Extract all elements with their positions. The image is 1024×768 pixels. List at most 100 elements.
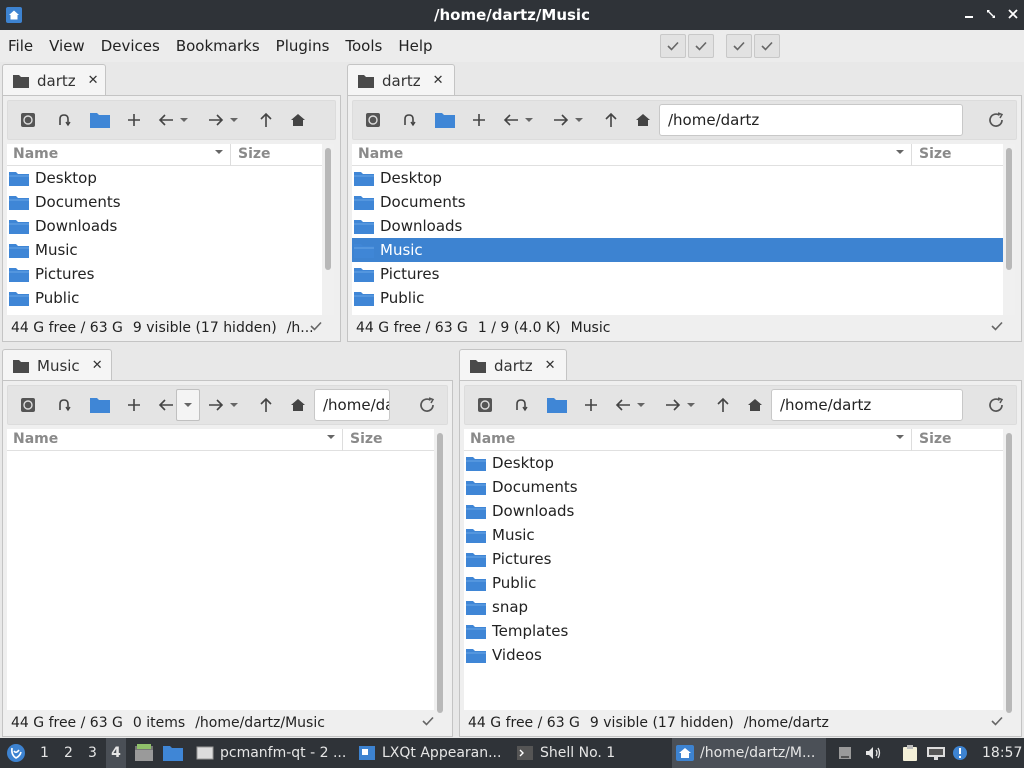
vertical-scrollbar[interactable] [1003,429,1015,713]
tab-close-button[interactable]: ✕ [433,73,444,88]
refresh-icon[interactable] [50,391,78,419]
new-tab-icon[interactable] [467,106,491,134]
list-item[interactable]: Videos [464,643,1003,667]
new-tab-icon[interactable] [122,106,146,134]
new-folder-icon[interactable] [543,391,571,419]
list-item[interactable]: Public [352,286,1003,310]
home-icon[interactable] [286,106,310,134]
back-history-dropdown[interactable] [521,106,537,134]
close-button[interactable] [1006,7,1020,21]
file-list[interactable]: Name Size Desktop Documents Downloads Music Pi… [352,144,1003,315]
maximize-button[interactable] [984,7,998,21]
eject-icon[interactable] [838,738,852,768]
reload-icon[interactable] [413,391,441,419]
new-folder-icon[interactable] [431,106,459,134]
list-item[interactable]: Documents [7,190,322,214]
file-list[interactable]: Name Size Desktop Documents Downloads Music Pi… [464,429,1003,710]
list-item[interactable]: Documents [352,190,1003,214]
list-item[interactable]: Pictures [7,262,322,286]
list-item[interactable]: snap [464,595,1003,619]
scrollbar-thumb[interactable] [437,433,443,713]
list-item[interactable]: snap [352,310,1003,315]
scrollbar-thumb[interactable] [1006,433,1012,713]
forward-history-dropdown[interactable] [683,391,699,419]
forward-icon[interactable] [204,106,228,134]
list-item[interactable]: Desktop [352,166,1003,190]
scrollbar-thumb[interactable] [325,148,331,270]
clock[interactable]: 18:57 [982,738,1022,768]
reload-icon[interactable] [982,391,1010,419]
up-icon[interactable] [599,106,623,134]
refresh-icon[interactable] [395,106,423,134]
refresh-icon[interactable] [507,391,535,419]
home-icon[interactable] [743,391,767,419]
forward-icon[interactable] [204,391,228,419]
new-tab-icon[interactable] [122,391,146,419]
path-input[interactable]: /home/dartz [659,104,963,136]
list-item[interactable]: Pictures [464,547,1003,571]
list-item[interactable]: Templates [464,619,1003,643]
file-list[interactable]: Name Size [7,429,434,710]
menu-view[interactable]: View [49,37,85,55]
volume-icon[interactable] [864,738,882,768]
task-lxqt-appearance[interactable]: LXQt Appearan... [354,738,506,768]
tab-bl[interactable]: Music ✕ [2,349,112,381]
refresh-icon[interactable] [50,106,78,134]
forward-history-dropdown[interactable] [226,391,242,419]
back-history-dropdown[interactable] [633,391,649,419]
minimize-button[interactable] [962,7,976,21]
workspace-1[interactable]: 1 [40,738,49,768]
new-folder-icon[interactable] [86,391,114,419]
workspace-3[interactable]: 3 [88,738,97,768]
list-item[interactable]: Downloads [7,214,322,238]
clipboard-icon[interactable] [902,738,918,768]
notification-icon[interactable] [952,738,968,768]
name-column-header[interactable]: Name [358,146,403,162]
vertical-scrollbar[interactable] [434,429,446,713]
vertical-scrollbar[interactable] [1003,144,1015,315]
check-button-3[interactable] [726,34,752,58]
back-icon[interactable] [611,391,635,419]
list-item[interactable]: Public [7,286,322,310]
start-menu-icon[interactable] [6,738,26,768]
scrollbar-thumb[interactable] [1006,148,1012,270]
check-button-1[interactable] [660,34,686,58]
workspace-4[interactable]: 4 [106,738,126,768]
menu-devices[interactable]: Devices [101,37,160,55]
list-item[interactable]: Music [7,238,322,262]
forward-icon[interactable] [661,391,685,419]
size-column-header[interactable]: Size [350,431,383,447]
pin-icon[interactable] [471,391,499,419]
menu-file[interactable]: File [8,37,33,55]
pin-icon[interactable] [359,106,387,134]
check-button-4[interactable] [754,34,780,58]
menu-plugins[interactable]: Plugins [276,37,330,55]
check-button-2[interactable] [688,34,714,58]
home-icon[interactable] [631,106,655,134]
tab-close-button[interactable]: ✕ [88,73,99,88]
file-list[interactable]: Name Size Desktop Documents Downloads Music Pi… [7,144,322,315]
task-pcmanfm[interactable]: pcmanfm-qt - 2 ... [192,738,352,768]
tab-tl[interactable]: dartz ✕ [2,64,106,96]
back-history-dropdown[interactable] [176,389,200,421]
menu-bookmarks[interactable]: Bookmarks [176,37,260,55]
file-manager-launcher-icon[interactable] [134,738,154,768]
size-column-header[interactable]: Size [919,431,952,447]
task-home-dartz[interactable]: /home/dartz/M... [672,738,826,768]
up-icon[interactable] [254,106,278,134]
new-folder-icon[interactable] [86,106,114,134]
new-tab-icon[interactable] [579,391,603,419]
name-column-header[interactable]: Name [13,146,58,162]
list-item[interactable]: Desktop [7,166,322,190]
path-input[interactable]: /home/dartz [771,389,963,421]
size-column-header[interactable]: Size [238,146,271,162]
task-shell[interactable]: Shell No. 1 [512,738,668,768]
reload-icon[interactable] [982,106,1010,134]
menu-tools[interactable]: Tools [345,37,382,55]
tab-close-button[interactable]: ✕ [545,358,556,373]
list-item[interactable]: snap [7,310,322,315]
list-item[interactable]: Music [352,238,1003,262]
forward-history-dropdown[interactable] [571,106,587,134]
tab-br[interactable]: dartz ✕ [459,349,567,381]
list-item[interactable]: Public [464,571,1003,595]
